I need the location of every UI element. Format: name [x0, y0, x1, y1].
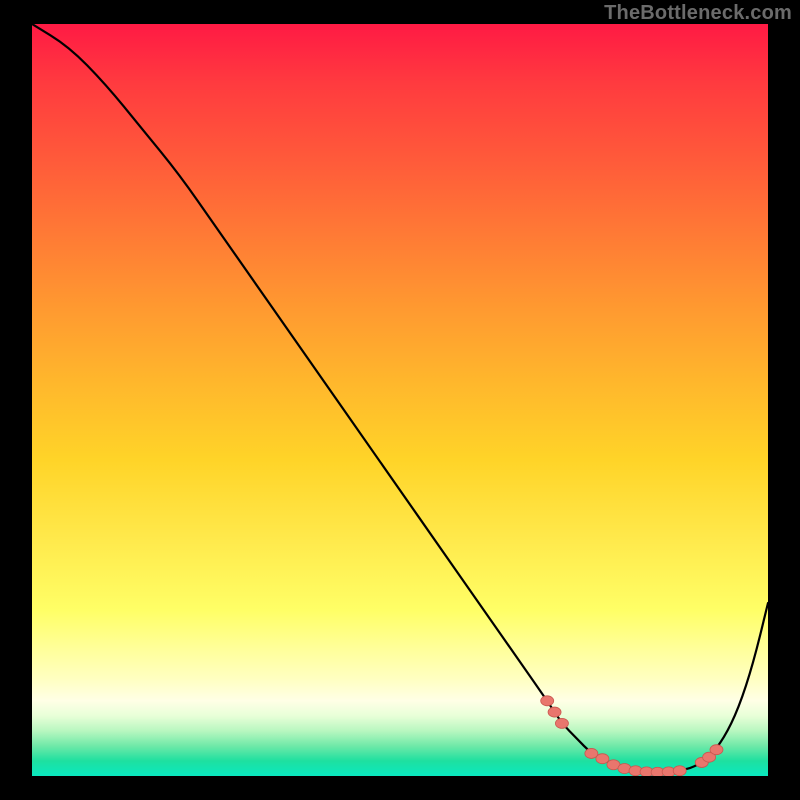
curve-markers [541, 696, 723, 776]
bottleneck-curve-path [32, 24, 768, 772]
curve-marker [673, 766, 686, 776]
plot-area [32, 24, 768, 776]
watermark-text: TheBottleneck.com [604, 2, 792, 25]
chart-svg [32, 24, 768, 776]
curve-marker [710, 745, 723, 755]
chart-frame: TheBottleneck.com [0, 0, 800, 800]
curve-marker [596, 754, 609, 764]
curve-marker [548, 707, 561, 717]
curve-marker [555, 718, 568, 728]
curve-marker [541, 696, 554, 706]
